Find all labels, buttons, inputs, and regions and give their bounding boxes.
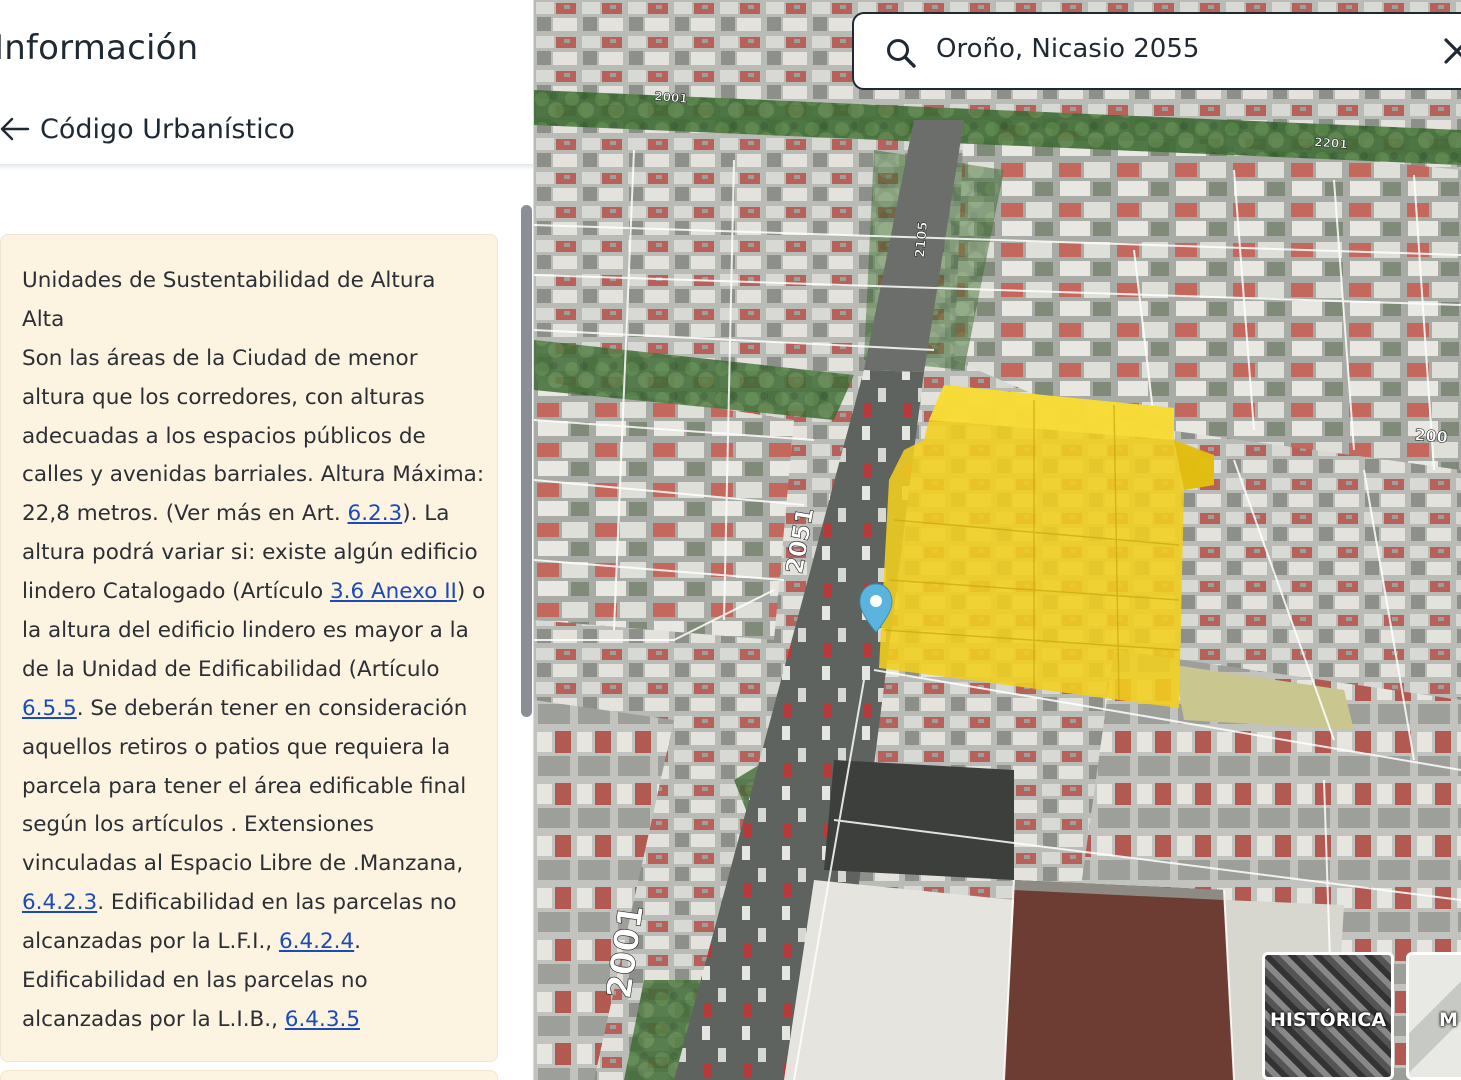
info-line: la altura del edificio lindero es mayor … <box>22 612 492 651</box>
info-text-segment: vinculadas al Espacio Libre de .Manzana, <box>22 851 464 877</box>
info-line: Unidades de Sustentabilidad de Altura <box>22 262 492 301</box>
info-line: Alta <box>22 301 492 340</box>
info-line: altura que los corredores, con alturas <box>22 379 492 418</box>
info-text-segment: calles y avenidas barriales. Altura Máxi… <box>22 462 485 488</box>
info-line: 22,8 metros. (Ver más en Art. 6.2.3). La <box>22 495 492 534</box>
info-line: adecuadas a los espacios públicos de <box>22 418 492 457</box>
info-text-segment: parcela para tener el área edificable fi… <box>22 773 467 799</box>
info-text-segment: la altura del edificio lindero es mayor … <box>22 618 469 644</box>
info-line: 6.4.2.3. Edificabilidad en las parcelas … <box>22 884 492 923</box>
building-volume[interactable] <box>879 385 1214 708</box>
info-line: alcanzadas por la L.F.I., 6.4.2.4. <box>22 923 492 962</box>
arrow-left-icon[interactable] <box>0 112 32 146</box>
info-line: de la Unidad de Edificabilidad (Artículo <box>22 651 492 690</box>
info-text-segment: . Se deberán tener en consideración <box>76 695 468 721</box>
info-line: aquellos retiros o patios que requiera l… <box>22 729 492 768</box>
map-view[interactable]: 2051 2001 2105 2001 2201 200 HISTÓRICA M <box>534 0 1461 1080</box>
info-text-segment: según los artículos . Extensiones <box>22 812 374 838</box>
panel-title: Información <box>0 28 199 68</box>
info-line: 6.5.5. Se deberán tener en consideración <box>22 690 492 729</box>
info-text-segment: de la Unidad de Edificabilidad (Artículo <box>22 656 440 682</box>
info-text-segment: aquellos retiros o patios que requiera l… <box>22 734 451 760</box>
info-line: según los artículos . Extensiones <box>22 806 492 845</box>
article-link[interactable]: 6.2.3 <box>348 501 403 526</box>
info-line: lindero Catalogado (Artículo 3.6 Anexo I… <box>22 573 492 612</box>
close-icon[interactable] <box>1442 36 1461 66</box>
street-number-200: 200 <box>1414 425 1449 447</box>
search-bar[interactable]: Oroño, Nicasio 2055 <box>852 12 1461 90</box>
info-line: Edificabilidad en las parcelas no <box>22 962 492 1001</box>
info-line: calles y avenidas barriales. Altura Máxi… <box>22 456 492 495</box>
search-input[interactable]: Oroño, Nicasio 2055 <box>936 34 1199 64</box>
info-text-segment: lindero Catalogado (Artículo <box>22 579 330 605</box>
info-text-segment: altura podrá variar si: existe algún edi… <box>22 540 478 566</box>
info-text-segment: ). La <box>402 501 450 527</box>
info-text-segment: . Edificabilidad en las parcelas no <box>97 890 457 916</box>
street-number-2201: 2201 <box>1314 135 1348 151</box>
info-text-segment: Edificabilidad en las parcelas no <box>22 968 368 994</box>
info-text-segment: altura que los corredores, con alturas <box>22 384 425 410</box>
article-link[interactable]: 6.4.3.5 <box>285 1007 360 1032</box>
info-line: vinculadas al Espacio Libre de .Manzana, <box>22 845 492 884</box>
info-line: alcanzadas por la L.I.B., 6.4.3.5 <box>22 1001 492 1040</box>
header-divider <box>0 164 533 170</box>
layer-historica-button[interactable]: HISTÓRICA <box>1262 952 1394 1080</box>
layer-historica-label: HISTÓRICA <box>1269 1009 1387 1031</box>
info-text-segment: 22,8 metros. (Ver más en Art. <box>22 501 348 527</box>
zoning-info-text: Unidades de Sustentabilidad de Altura Alt… <box>22 262 492 1040</box>
street-number-top: 2001 <box>654 89 688 106</box>
street-number-2105: 2105 <box>913 221 931 258</box>
info-text-segment: Son las áreas de la Ciudad de menor <box>22 345 418 371</box>
article-link[interactable]: 6.5.5 <box>22 696 77 721</box>
info-text-segment: Alta <box>22 306 65 332</box>
info-line: parcela para tener el área edificable fi… <box>22 768 492 807</box>
panel-scrollbar[interactable] <box>521 205 532 717</box>
info-text-segment: alcanzadas por la L.F.I., <box>22 929 279 955</box>
layer-map-button[interactable]: M <box>1406 952 1461 1080</box>
back-label: Código Urbanístico <box>40 113 295 145</box>
info-text-segment: . <box>354 929 362 955</box>
back-button[interactable]: Código Urbanístico <box>0 104 533 154</box>
layer-map-label: M <box>1439 1009 1458 1031</box>
info-panel: Información Código Urbanístico Unidades … <box>0 0 534 1080</box>
info-text-segment: alcanzadas por la L.I.B., <box>22 1006 285 1032</box>
info-text-segment: Unidades de Sustentabilidad de Altura <box>22 268 436 293</box>
info-text-segment: ) o <box>456 579 486 605</box>
search-icon <box>887 39 916 68</box>
info-text-segment: adecuadas a los espacios públicos de <box>22 423 426 449</box>
info-line: Son las áreas de la Ciudad de menor <box>22 340 492 379</box>
aerial-map[interactable]: 2051 2001 2105 2001 2201 200 <box>534 0 1461 1080</box>
info-line: altura podrá variar si: existe algún edi… <box>22 534 492 573</box>
article-link[interactable]: 3.6 Anexo II <box>330 579 457 604</box>
article-link[interactable]: 6.4.2.3 <box>22 890 97 915</box>
article-link[interactable]: 6.4.2.4 <box>279 929 354 954</box>
next-info-card <box>0 1070 498 1080</box>
